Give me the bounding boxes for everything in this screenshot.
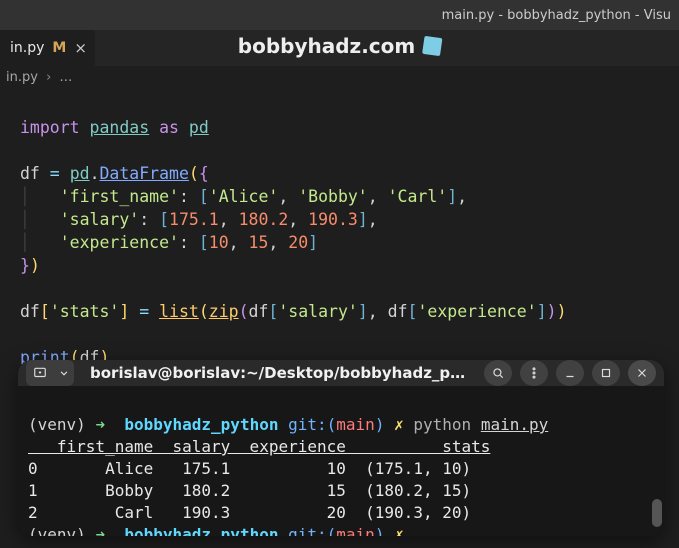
str: 'Bobby' (298, 187, 368, 206)
git-branch: main (336, 525, 375, 536)
terminal-window: borislav@borislav:~/Desktop/bobbyhadz_py… (18, 360, 664, 536)
dot: . (90, 164, 100, 183)
plus-icon (33, 366, 47, 380)
prompt-dir: bobbyhadz_python (124, 415, 278, 434)
breadcrumb-rest: … (59, 70, 72, 85)
git-label: git:( (288, 525, 336, 536)
terminal-body[interactable]: (venv) ➜ bobbyhadz_python git:(main) ✗ p… (18, 386, 664, 536)
editor-tab-row: in.py M × bobbyhadz.com (0, 30, 679, 66)
dict-key: 'salary' (60, 210, 139, 229)
git-branch: main (336, 415, 375, 434)
window-titlebar: main.py - bobbyhadz_python - Visu (0, 0, 679, 30)
chevron-down-icon (57, 366, 71, 380)
menu-button[interactable] (520, 360, 548, 386)
maximize-button[interactable] (592, 360, 620, 386)
fn-list: list (159, 302, 199, 321)
terminal-title: borislav@borislav:~/Desktop/bobbyhadz_py… (82, 364, 476, 382)
str: 'stats' (50, 302, 120, 321)
table-row: 1 Bobby 180.2 15 (180.2, 15) (28, 481, 471, 500)
fn-dataframe: DataFrame (100, 164, 189, 183)
venv-label: (venv) (28, 525, 86, 536)
code-editor[interactable]: import pandas as pd df = pd.DataFrame({ … (0, 89, 679, 373)
venv-label: (venv) (28, 415, 86, 434)
minimize-icon (563, 366, 577, 380)
num: 190.3 (308, 210, 358, 229)
prompt-arrow-icon: ➜ (95, 525, 105, 536)
close-icon[interactable]: × (74, 39, 87, 57)
paren: ( (189, 164, 199, 183)
maximize-icon (599, 366, 613, 380)
dict-key: 'experience' (60, 233, 179, 252)
dict-key: 'first_name' (60, 187, 179, 206)
window-title: main.py - bobbyhadz_python - Visu (442, 8, 671, 23)
module-pandas: pandas (90, 118, 150, 137)
str: 'salary' (278, 302, 357, 321)
scrollbar-thumb[interactable] (652, 499, 662, 527)
fn-zip: zip (209, 302, 239, 321)
close-icon (635, 366, 649, 380)
watermark-text: bobbyhadz.com (238, 34, 415, 58)
str: 'experience' (417, 302, 536, 321)
git-label: git:( (288, 415, 336, 434)
cmd-python: python (413, 415, 471, 434)
num: 175.1 (169, 210, 219, 229)
table-row: 2 Carl 190.3 20 (190.3, 20) (28, 503, 471, 522)
str: 'Carl' (388, 187, 448, 206)
close-button[interactable] (628, 360, 656, 386)
tab-filename: in.py (10, 40, 44, 56)
dirty-icon: ✗ (394, 415, 404, 434)
keyword-import: import (20, 118, 80, 137)
git-close: ) (375, 415, 385, 434)
str: 'Alice' (209, 187, 279, 206)
prompt-arrow-icon: ➜ (95, 415, 105, 434)
keyword-as: as (159, 118, 179, 137)
tab-modified-badge: M (52, 40, 66, 56)
brace: { (199, 164, 209, 183)
var-df: df (20, 164, 40, 183)
minimize-button[interactable] (556, 360, 584, 386)
terminal-scrollbar[interactable] (652, 404, 662, 532)
num: 15 (249, 233, 269, 252)
terminal-titlebar: borislav@borislav:~/Desktop/bobbyhadz_py… (18, 360, 664, 386)
table-row: 0 Alice 175.1 10 (175.1, 10) (28, 459, 471, 478)
new-tab-button[interactable] (26, 360, 54, 386)
cmd-file: main.py (481, 415, 548, 434)
prompt-dir: bobbyhadz_python (124, 525, 278, 536)
table-header: first_name salary experience stats (28, 437, 490, 456)
alias-pd: pd (189, 118, 209, 137)
breadcrumb-file: in.py (6, 70, 38, 85)
ref-pd: pd (70, 164, 90, 183)
search-button[interactable] (484, 360, 512, 386)
search-icon (491, 366, 505, 380)
watermark: bobbyhadz.com (238, 34, 441, 58)
num: 20 (288, 233, 308, 252)
editor-tab-mainpy[interactable]: in.py M × (0, 30, 95, 66)
new-tab-menu-button[interactable] (54, 360, 74, 386)
op-eq: = (40, 164, 70, 183)
breadcrumb[interactable]: in.py › … (0, 66, 679, 89)
git-close: ) (375, 525, 385, 536)
dirty-icon: ✗ (394, 525, 404, 536)
num: 10 (209, 233, 229, 252)
num: 180.2 (239, 210, 289, 229)
chevron-right-icon: › (46, 70, 51, 85)
kebab-icon (527, 366, 541, 380)
cube-icon (422, 36, 442, 56)
